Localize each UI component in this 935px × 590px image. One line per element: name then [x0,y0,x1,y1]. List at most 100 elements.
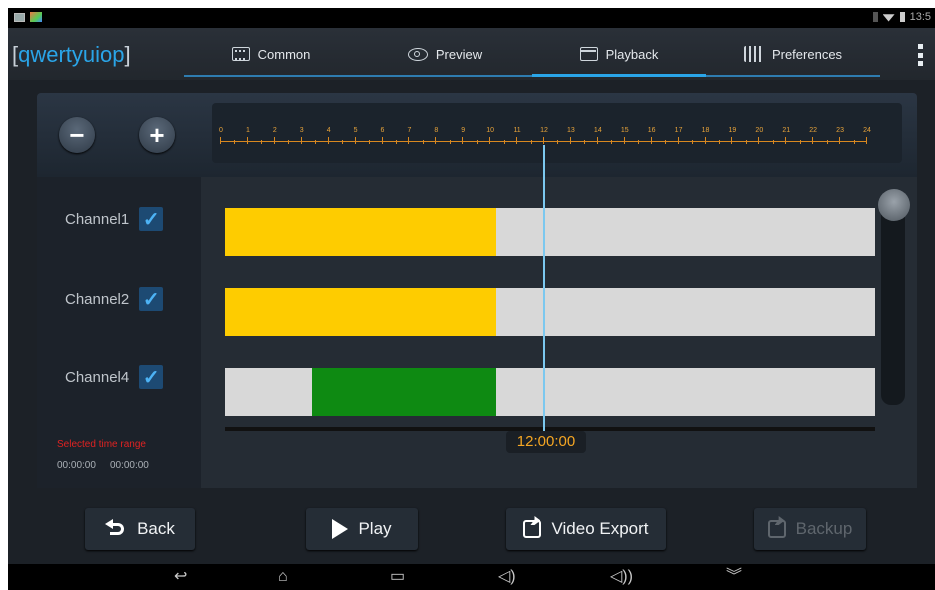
ruler-half-tick [530,140,532,144]
volume-down-icon[interactable]: ◁) [498,569,516,585]
common-icon [231,47,250,61]
zoom-in-button[interactable]: + [139,117,175,153]
collapse-icon[interactable]: ︾ [726,569,742,585]
channel4-timeline[interactable] [225,368,875,416]
ruler-hour-label: 24 [860,127,874,144]
gallery-notification-icon [30,12,42,22]
ruler-half-tick [584,140,586,144]
overflow-menu-icon[interactable] [918,44,923,66]
recording-segment[interactable] [311,368,496,416]
play-icon [332,519,349,539]
ruler-hour-label: 13 [564,127,578,144]
back-arrow-icon [105,519,127,539]
ruler-half-tick [745,140,747,144]
timeline-header: − + 0 1 2 3 4 5 6 7 8 9 10 11 12 13 14 15 16 17 18 19 20 21 22… [37,93,917,177]
ruler-hour-label: 2 [268,127,282,144]
ruler-hour-label: 14 [591,127,605,144]
battery-icon [899,12,905,22]
playback-panel: − + 0 1 2 3 4 5 6 7 8 9 10 11 12 13 14 15 16 17 18 19 20 21 22… [37,93,917,488]
channel1-checkbox[interactable]: ✓ [139,207,164,231]
ruler-half-tick [853,140,855,144]
tab-label: Preview [435,46,483,62]
ruler-half-tick [799,140,801,144]
channel2-checkbox[interactable]: ✓ [139,287,164,311]
channel-label: Channel4 [65,368,130,386]
selected-range-title: Selected time range [57,439,146,450]
ruler-half-tick [234,140,236,144]
recording-segment[interactable] [225,208,496,256]
play-button[interactable]: Play [306,508,418,550]
ruler-hour-label: 6 [376,127,390,144]
channel1-timeline[interactable] [225,208,875,256]
ruler-half-tick [261,140,263,144]
backup-button[interactable]: Backup [754,508,866,550]
time-ruler[interactable]: 0 1 2 3 4 5 6 7 8 9 10 11 12 13 14 15 16 17 18 19 20 21 22 23 24 [212,103,902,163]
channel2-timeline[interactable] [225,288,875,336]
tab-preview[interactable]: Preview [358,28,532,80]
screenshot-notification-icon [14,13,25,22]
ruler-hour-label: 9 [456,127,470,144]
recents-nav-icon[interactable]: ▭ [390,569,405,585]
scrollbar-thumb[interactable] [878,189,910,221]
ruler-half-tick [288,140,290,144]
ruler-half-tick [638,140,640,144]
status-bar: 13:5 [8,8,935,28]
range-end: 00:00:00 [109,460,149,471]
recording-segment[interactable] [225,288,496,336]
sim-icon [872,12,878,22]
ruler-hour-label: 3 [295,127,309,144]
channel-label: Channel2 [65,290,130,308]
tab-label: Common [257,46,311,62]
channel-row: Channel2 ✓ [65,287,164,311]
ruler-hour-label: 20 [752,127,766,144]
ruler-hour-label: 15 [618,127,632,144]
tab-playback[interactable]: Playback [532,28,706,80]
ruler-hour-label: 17 [672,127,686,144]
ruler-hour-label: 10 [483,127,497,144]
tablet-screen: 13:5 [qwertyuiop] Common Preview Playbac… [8,8,935,590]
back-button[interactable]: Back [85,508,195,550]
video-export-button[interactable]: Video Export [506,508,666,550]
ruler-half-tick [476,140,478,144]
ruler-half-tick [342,140,344,144]
volume-up-icon[interactable]: ◁)) [610,569,633,585]
video-export-label: Video Export [551,519,649,538]
vertical-scrollbar[interactable] [881,195,905,405]
ruler-half-tick [611,140,613,144]
back-nav-icon[interactable]: ↩ [174,569,187,585]
channel4-checkbox[interactable]: ✓ [139,365,164,389]
ruler-hour-label: 7 [402,127,416,144]
wifi-icon [882,14,895,22]
clock: 13:5 [909,11,931,23]
ruler-half-tick [395,140,397,144]
play-label: Play [358,519,392,538]
action-bar: [qwertyuiop] Common Preview Playback Pre… [8,28,935,80]
tab-underline [358,75,532,77]
ruler-hour-label: 23 [833,127,847,144]
ruler-half-tick [692,140,694,144]
ruler-half-tick [422,140,424,144]
app-title: [qwertyuiop] [12,42,131,67]
home-nav-icon[interactable]: ⌂ [278,569,288,585]
tab-underline [532,74,706,77]
tab-label: Preferences [771,46,843,62]
ruler-hour-label: 11 [510,127,524,144]
ruler-half-tick [315,140,317,144]
range-start: 00:00:00 [57,460,96,471]
cursor-time-label: 12:00:00 [506,431,586,453]
ruler-half-tick [503,140,505,144]
ruler-half-tick [718,140,720,144]
selected-range-values: 00:00:00 00:00:00 [57,460,149,471]
ruler-hour-label: 0 [214,127,228,144]
tab-common[interactable]: Common [184,28,358,80]
channel-row: Channel4 ✓ [65,365,164,389]
tab-preferences[interactable]: Preferences [706,28,880,80]
time-cursor[interactable] [543,145,545,432]
ruler-line [221,141,867,142]
navigation-bar: ↩ ⌂ ▭ ◁) ◁)) ︾ [8,564,935,590]
ruler-hour-label: 19 [725,127,739,144]
tab-underline [184,75,358,77]
ruler-half-tick [772,140,774,144]
zoom-out-button[interactable]: − [59,117,95,153]
ruler-hour-label: 8 [429,127,443,144]
